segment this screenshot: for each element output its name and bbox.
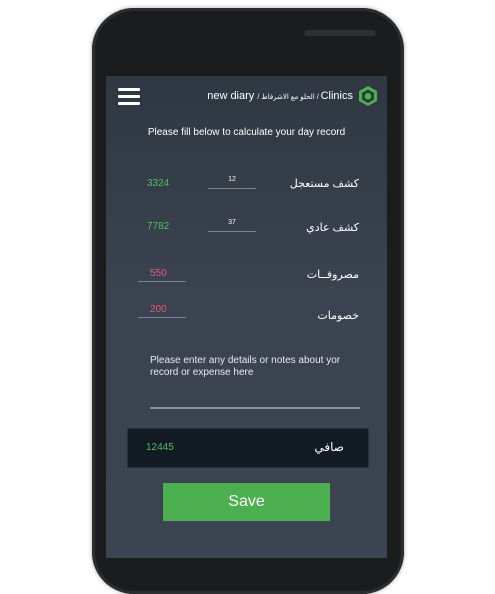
page-title-app: Clinics — [320, 90, 353, 102]
discounts-input[interactable]: 200 — [138, 304, 186, 318]
net-total-value: 12445 — [146, 442, 174, 453]
expenses-input[interactable]: 550 — [138, 268, 186, 282]
regular-checkup-total: 7782 — [147, 221, 170, 232]
discounts-label: خصومات — [317, 310, 359, 322]
page-title-current: new diary — [207, 90, 255, 102]
expenses-label: مصروفــات — [306, 269, 359, 281]
page-title: new diary / الحلو مع الاشرفاط / Clinics — [207, 90, 353, 102]
notes-textarea[interactable]: Please enter any details or notes about … — [150, 355, 360, 409]
phone-speaker — [304, 30, 376, 36]
notes-placeholder: Please enter any details or notes about … — [150, 355, 341, 378]
regular-checkup-label: كشف عادي — [306, 222, 359, 234]
urgent-checkup-total: 3324 — [147, 178, 170, 189]
top-bar: new diary / الحلو مع الاشرفاط / Clinics — [106, 76, 387, 120]
page-title-clinic-name: / الحلو مع الاشرفاط / — [257, 94, 321, 101]
save-button[interactable]: Save — [163, 483, 330, 521]
hexagon-leaf-icon — [359, 86, 377, 106]
hamburger-menu-icon[interactable] — [118, 88, 140, 105]
net-total-panel: 12445 صافي — [127, 428, 369, 468]
app-screen: new diary / الحلو مع الاشرفاط / Clinics … — [106, 76, 387, 558]
instruction-text: Please fill below to calculate your day … — [147, 127, 346, 138]
regular-checkup-quantity-input[interactable]: 37 — [208, 217, 256, 232]
net-total-label: صافي — [314, 440, 344, 454]
urgent-checkup-quantity-input[interactable]: 12 — [208, 174, 256, 189]
urgent-checkup-label: كشف مستعجل — [289, 178, 359, 190]
